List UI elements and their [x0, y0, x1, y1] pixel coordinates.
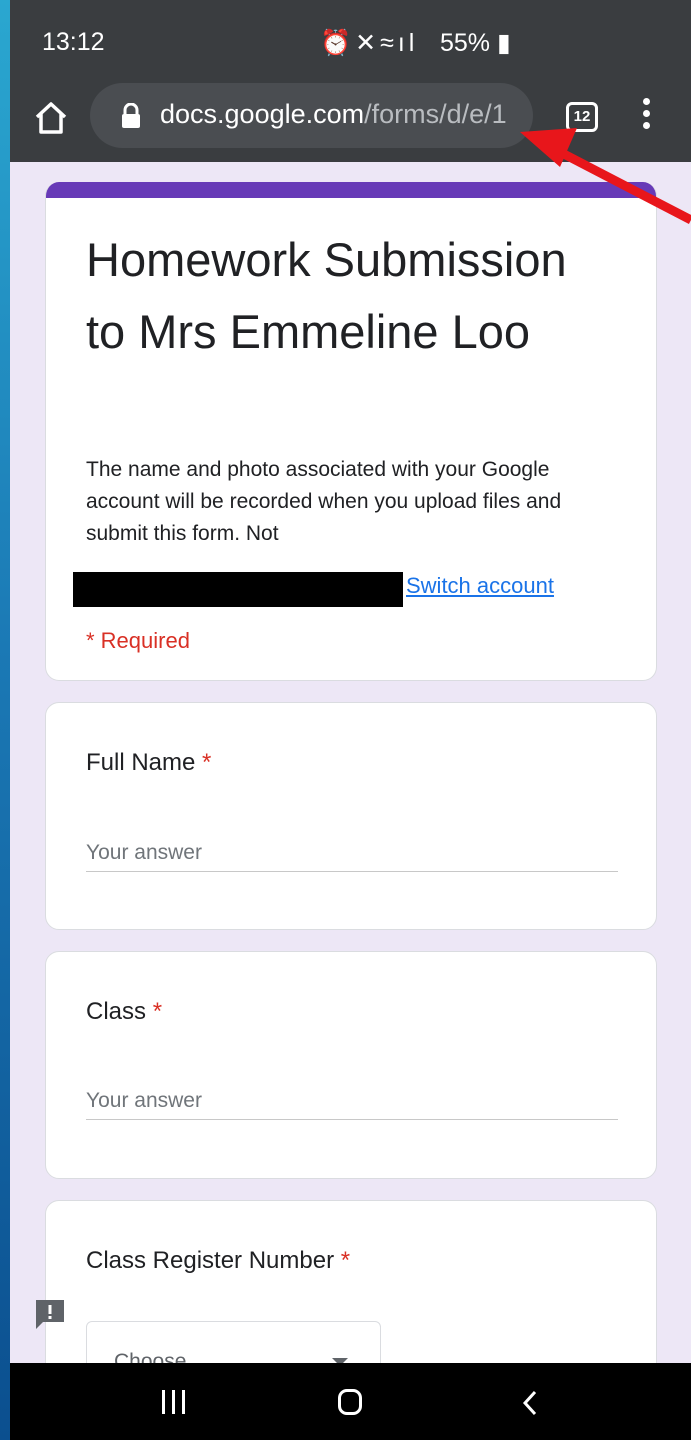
status-time: 13:12 [42, 28, 105, 56]
url-path: /forms/d/e/1 [364, 99, 507, 129]
recent-apps-button[interactable] [162, 1390, 186, 1414]
feedback-icon[interactable] [33, 1297, 67, 1331]
switch-account-link[interactable]: Switch account [406, 573, 554, 599]
question-label-text: Full Name [86, 749, 196, 776]
full-name-input[interactable] [86, 835, 618, 872]
screen-edge-background [0, 0, 10, 1440]
tab-switcher-button[interactable]: 12 [566, 102, 598, 132]
class-input[interactable] [86, 1083, 618, 1120]
question-label-text: Class [86, 998, 147, 1025]
home-button[interactable] [338, 1389, 362, 1415]
question-full-name: Full Name * [45, 702, 657, 930]
alarm-icon: ⏰ [320, 29, 356, 57]
phone-screen: 13:12 ⏰✕≈ıl 55% ▮ docs.google.com/forms/… [10, 0, 691, 1440]
address-bar[interactable]: docs.google.com/forms/d/e/1 [90, 83, 533, 148]
battery-icon: ▮ [497, 29, 511, 57]
signal-icon: ıl [397, 29, 419, 57]
url-text[interactable]: docs.google.com/forms/d/e/1 [160, 99, 520, 130]
more-menu-icon[interactable] [638, 98, 654, 134]
form-title: Homework Submission to Mrs Emmeline Loo [86, 233, 567, 358]
battery-text: 55% [440, 29, 491, 57]
required-star: * [340, 1247, 351, 1274]
battery-level: 55% ▮ [440, 28, 511, 58]
back-button[interactable] [520, 1390, 540, 1416]
register-number-select[interactable]: Choose [86, 1321, 381, 1363]
form-header-card: Homework Submission to Mrs Emmeline Loo … [45, 182, 657, 681]
question-class-register-number: Class Register Number * Choose [45, 1200, 657, 1363]
lock-icon [122, 103, 140, 128]
form-description: The name and photo associated with your … [86, 458, 562, 545]
status-icons: ⏰✕≈ıl [320, 28, 418, 58]
required-note: * Required [86, 628, 190, 653]
form-accent-bar [46, 182, 656, 198]
status-bar: 13:12 ⏰✕≈ıl 55% ▮ [10, 0, 691, 80]
question-label: Class Register Number * [86, 1247, 350, 1275]
home-icon[interactable] [33, 100, 69, 136]
question-label: Class * [86, 998, 162, 1026]
mute-icon: ✕ [355, 29, 381, 57]
url-host: docs.google.com [160, 99, 365, 129]
wifi-icon: ≈ [380, 29, 398, 57]
required-star: * [152, 998, 163, 1025]
android-nav-bar [10, 1363, 691, 1440]
redacted-account-name [73, 572, 403, 607]
form-page: Homework Submission to Mrs Emmeline Loo … [10, 162, 691, 1363]
required-star: * [202, 749, 212, 776]
question-label-text: Class Register Number [86, 1247, 335, 1274]
browser-toolbar: docs.google.com/forms/d/e/1 12 [10, 80, 691, 162]
question-class: Class * [45, 951, 657, 1179]
select-value: Choose [114, 1350, 187, 1363]
question-label: Full Name * [86, 749, 211, 777]
